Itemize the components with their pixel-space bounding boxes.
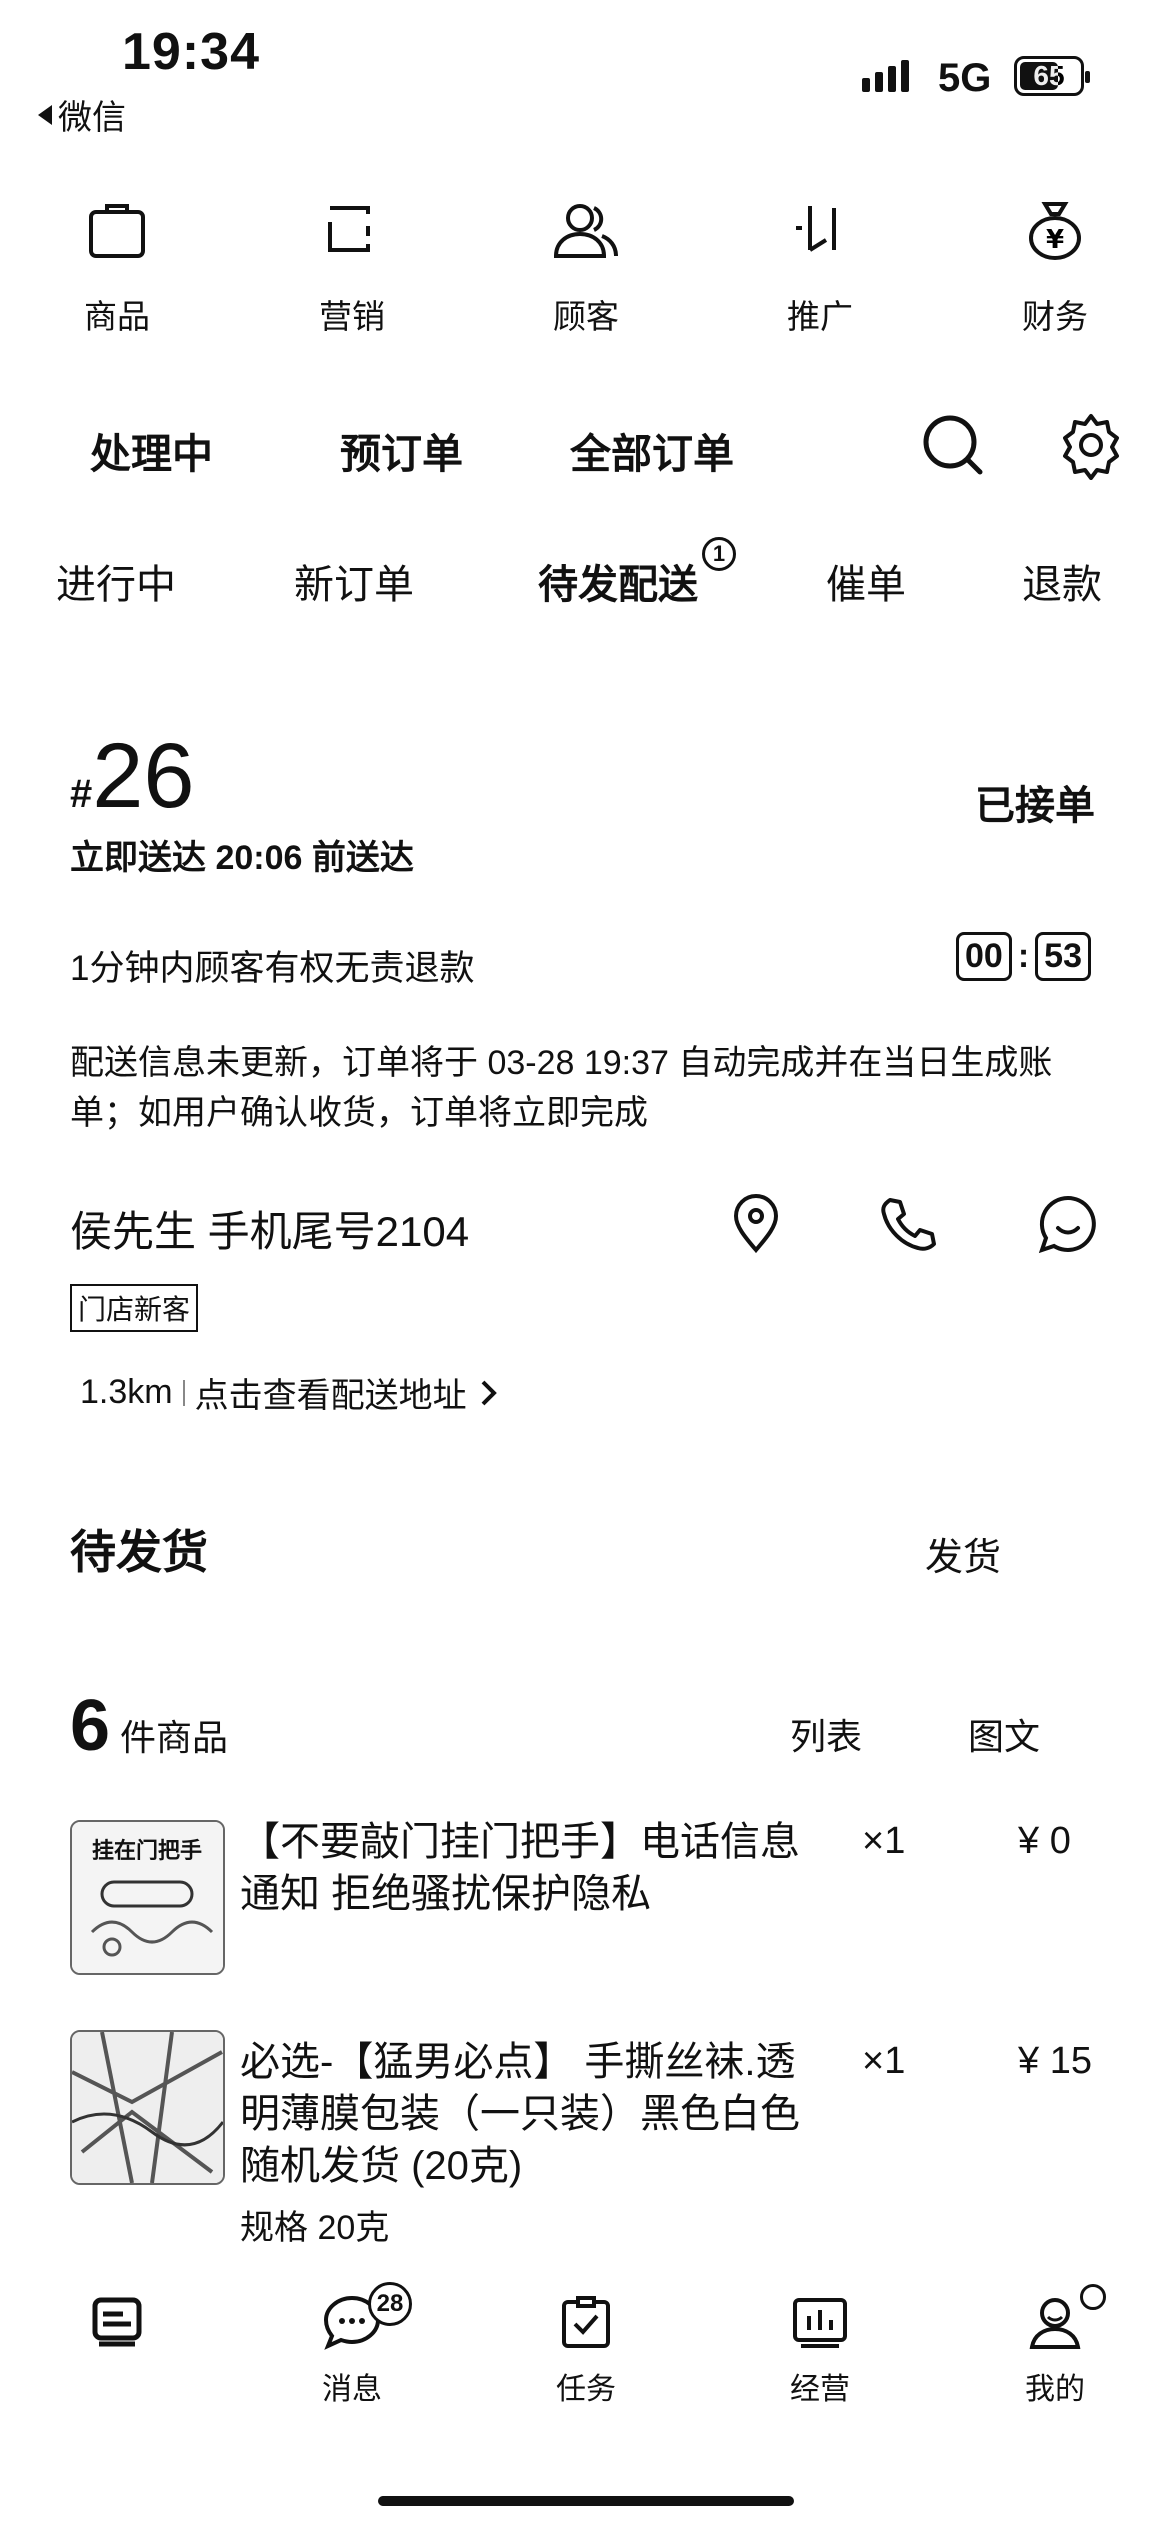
phone-icon[interactable] xyxy=(876,1192,940,1256)
item-count-unit: 件商品 xyxy=(120,1717,229,1758)
product-thumbnail[interactable]: 挂在门把手 xyxy=(70,1820,225,1975)
order-number-value: 26 xyxy=(92,725,195,827)
thumb-text: 挂在门把手 xyxy=(92,1838,202,1864)
nav-tasks[interactable]: 任务 xyxy=(506,2290,666,2408)
delivery-address-link[interactable]: 1.3km 点击查看配送地址 xyxy=(80,1368,501,1417)
tool-label: 顾客 xyxy=(553,298,619,335)
order-number: # 26 xyxy=(70,730,195,822)
distance: 1.3km xyxy=(80,1373,173,1411)
nav-label: 经营 xyxy=(790,2373,850,2406)
customer-tag: 门店新客 xyxy=(70,1284,199,1332)
tab-refund[interactable]: 退款 xyxy=(1022,552,1102,610)
orders-icon xyxy=(92,2297,142,2347)
task-icon xyxy=(562,2296,610,2348)
message-count-badge: 28 xyxy=(368,2282,412,2326)
nav-label: 消息 xyxy=(322,2373,382,2406)
profile-icon xyxy=(1029,2298,1081,2349)
tab-awaiting-delivery[interactable]: 待发配送 xyxy=(538,552,698,610)
product-image xyxy=(72,2032,223,2183)
tab-in-progress[interactable]: 进行中 xyxy=(56,552,176,610)
back-arrow-icon xyxy=(38,104,52,125)
view-list-toggle[interactable]: 列表 xyxy=(790,1708,862,1760)
tool-goods[interactable]: 商品 xyxy=(37,190,197,338)
customer-info: 侯先生 手机尾号2104 xyxy=(70,1208,470,1255)
section-title: 待发货 xyxy=(70,1526,208,1578)
view-grid-toggle[interactable]: 图文 xyxy=(968,1708,1040,1760)
product-qty: ×1 xyxy=(862,2040,906,2082)
tool-label: 财务 xyxy=(1022,298,1088,335)
timer-minutes: 00 xyxy=(956,932,1012,981)
svg-text:¥: ¥ xyxy=(1046,225,1064,255)
tab-urge[interactable]: 催单 xyxy=(826,552,906,610)
location-icon[interactable] xyxy=(724,1192,788,1256)
timer-separator: : xyxy=(1017,937,1030,975)
auto-complete-notice: 配送信息未更新，订单将于 03-28 19:37 自动完成并在当日生成账单；如用… xyxy=(70,1044,1053,1132)
status-time: 19:34 xyxy=(122,23,260,81)
tool-marketing[interactable]: 营销 xyxy=(272,190,432,338)
tool-label: 推广 xyxy=(787,298,853,335)
back-label: 微信 xyxy=(58,99,126,137)
bag-icon xyxy=(89,204,145,258)
tab-processing[interactable]: 处理中 xyxy=(90,420,213,480)
product-price: ¥ 0 xyxy=(1018,1820,1071,1862)
tab-all-orders[interactable]: 全部订单 xyxy=(570,420,734,480)
address-link-label: 点击查看配送地址 xyxy=(194,1377,467,1415)
product-image: 挂在门把手 xyxy=(72,1822,223,1973)
order-status: 已接单 xyxy=(975,784,1095,828)
timer-seconds: 53 xyxy=(1035,932,1091,981)
product-name: 必选-【猛男必点】 手撕丝袜.透明薄膜包装（一只装）黑色白色随机发货 (20克) xyxy=(240,2040,800,2188)
nav-label: 我的 xyxy=(1025,2373,1085,2406)
notification-dot xyxy=(1080,2284,1106,2310)
tool-label: 营销 xyxy=(319,298,385,335)
tool-finance[interactable]: ¥ 财务 xyxy=(975,190,1135,338)
back-to-wechat[interactable]: 微信 xyxy=(38,90,126,139)
ship-button[interactable]: 发货 xyxy=(925,1526,1001,1581)
order-hash: # xyxy=(70,772,93,816)
network-type: 5G xyxy=(938,56,992,100)
marketing-icon xyxy=(328,206,370,252)
tab-new-orders[interactable]: 新订单 xyxy=(294,552,414,610)
chart-icon xyxy=(793,2298,847,2348)
product-thumbnail[interactable] xyxy=(70,2030,225,2185)
product-price: ¥ 15 xyxy=(1018,2040,1092,2082)
battery-icon: 65 xyxy=(1014,56,1090,96)
product-name: 【不要敲门挂门把手】电话信息通知 拒绝骚扰保护隐私 xyxy=(240,1820,800,1916)
nav-profile[interactable]: 我的 xyxy=(975,2290,1135,2408)
battery-level: 65 xyxy=(1033,60,1065,91)
signal-icon xyxy=(862,60,909,92)
settings-gear-icon[interactable] xyxy=(1056,410,1126,480)
delivery-time: 立即送达 20:06 前送达 xyxy=(70,839,414,877)
home-indicator xyxy=(378,2496,794,2506)
refund-notice: 1分钟内顾客有权无责退款 xyxy=(70,949,475,988)
search-icon[interactable] xyxy=(918,410,988,480)
item-count-number: 6 xyxy=(70,1686,111,1766)
tab-count-badge: 1 xyxy=(702,537,736,571)
item-count: 6 件商品 xyxy=(70,1690,228,1762)
tab-preorder[interactable]: 预订单 xyxy=(340,420,463,480)
money-bag-icon: ¥ xyxy=(1029,202,1081,260)
product-spec: 规格 20克 xyxy=(240,2209,390,2247)
divider xyxy=(182,1379,185,1406)
product-qty: ×1 xyxy=(862,1820,906,1862)
chevron-right-icon xyxy=(481,1380,497,1405)
nav-label: 任务 xyxy=(556,2373,616,2406)
nav-orders[interactable] xyxy=(37,2290,197,2364)
promotion-icon xyxy=(796,206,836,252)
nav-business[interactable]: 经营 xyxy=(740,2290,900,2408)
countdown-timer: 00 : 53 xyxy=(956,932,1091,981)
tool-customers[interactable]: 顾客 xyxy=(506,190,666,338)
tool-label: 商品 xyxy=(84,298,150,335)
tool-promotion[interactable]: 推广 xyxy=(740,190,900,338)
chat-icon[interactable] xyxy=(1036,1192,1100,1256)
customers-icon xyxy=(553,204,618,258)
